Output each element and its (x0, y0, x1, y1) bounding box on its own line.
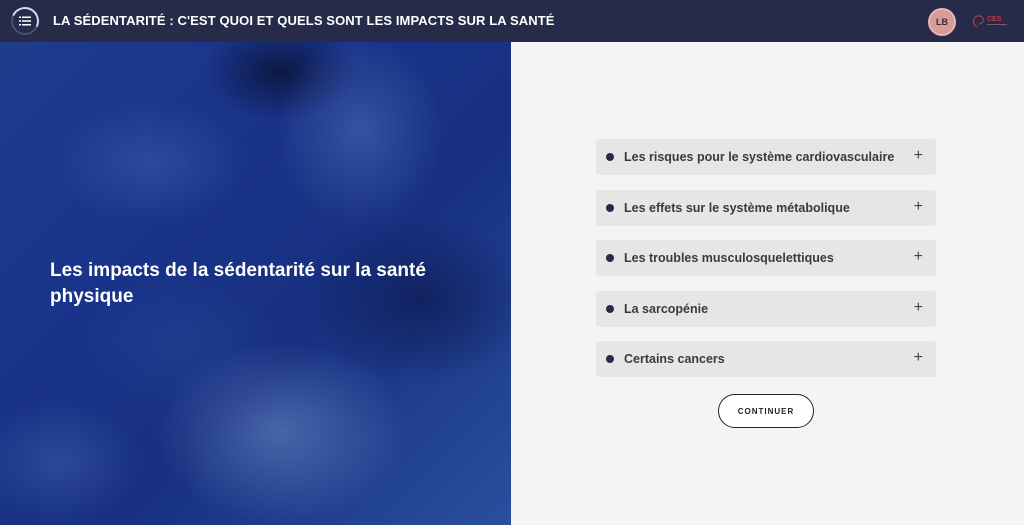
plus-icon[interactable]: + (914, 299, 923, 317)
bullet-icon (606, 254, 614, 262)
accordion-item-label: Les effets sur le système métabolique (624, 200, 850, 215)
accordion-item-metabolique[interactable]: Les effets sur le système métabolique + (596, 189, 936, 226)
continue-button[interactable]: CONTINUER (718, 394, 814, 428)
logo: CES (970, 11, 1010, 31)
course-title: LA SÉDENTARITÉ : C'EST QUOI ET QUELS SON… (53, 13, 555, 28)
avatar[interactable]: LB (928, 8, 956, 36)
accordion-item-cardiovasculaire[interactable]: Les risques pour le système cardiovascul… (596, 139, 936, 175)
accordion-item-label: Les troubles musculosquelettiques (624, 251, 834, 265)
bullet-icon (606, 203, 614, 212)
hero-panel: Les impacts de la sédentarité sur la san… (0, 42, 511, 525)
progress-ring (7, 3, 43, 39)
menu-button[interactable] (7, 3, 43, 39)
bullet-icon (606, 355, 614, 363)
accordion-item-label: La sarcopénie (624, 301, 709, 316)
bullet-icon (606, 304, 614, 313)
accordion: Les risques pour le système cardiovascul… (596, 139, 936, 392)
accordion-item-musculosquelettiques[interactable]: Les troubles musculosquelettiques + (596, 240, 936, 276)
plus-icon[interactable]: + (914, 248, 923, 266)
accordion-item-cancers[interactable]: Certains cancers + (596, 341, 936, 377)
bullet-icon (606, 153, 614, 161)
plus-icon[interactable]: + (914, 349, 923, 367)
plus-icon[interactable]: + (914, 198, 923, 216)
accordion-item-label: Les risques pour le système cardiovascul… (624, 150, 895, 164)
accordion-item-sarcopenie[interactable]: La sarcopénie + (596, 290, 936, 327)
top-bar: LA SÉDENTARITÉ : C'EST QUOI ET QUELS SON… (0, 0, 1024, 42)
svg-text:CES: CES (987, 16, 1002, 23)
plus-icon[interactable]: + (914, 147, 923, 165)
section-heading: Les impacts de la sédentarité sur la san… (50, 260, 426, 307)
accordion-item-label: Certains cancers (624, 352, 725, 366)
